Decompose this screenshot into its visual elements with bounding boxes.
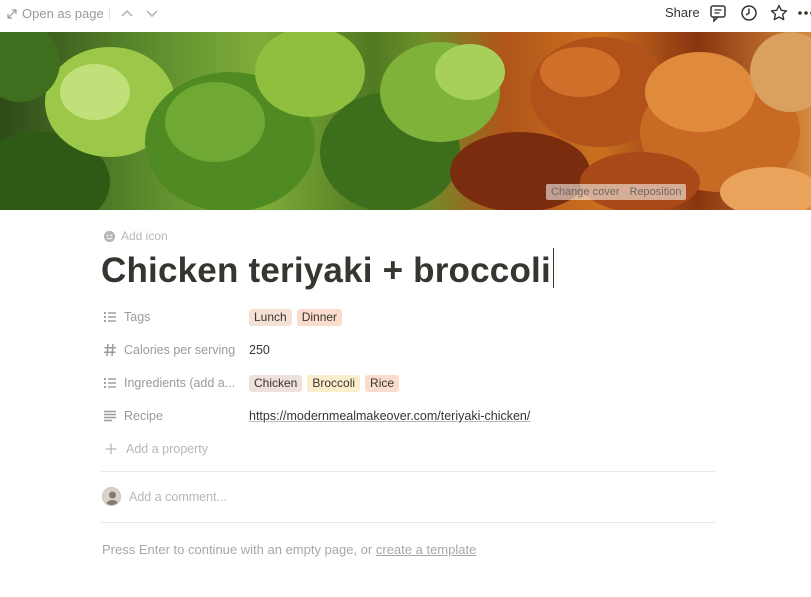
- page-title[interactable]: Chicken teriyaki + broccoli: [101, 248, 554, 291]
- tag-broccoli[interactable]: Broccoli: [307, 374, 361, 392]
- property-name-tags[interactable]: Tags: [103, 310, 249, 324]
- add-icon-label: Add icon: [121, 229, 168, 243]
- cover-controls: Change cover Reposition: [546, 184, 687, 200]
- property-value-ingredients[interactable]: Chicken Broccoli Rice: [249, 374, 400, 392]
- property-row-tags[interactable]: Tags Lunch Dinner: [103, 305, 723, 329]
- clock-history-icon[interactable]: [739, 3, 759, 23]
- user-avatar-icon: [106, 491, 119, 505]
- more-options-icon[interactable]: [796, 3, 811, 23]
- empty-page-hint-text: Press Enter to continue with an empty pa…: [102, 542, 376, 557]
- property-name-recipe[interactable]: Recipe: [103, 409, 249, 423]
- empty-page-hint: Press Enter to continue with an empty pa…: [102, 542, 476, 557]
- comment-icon[interactable]: [708, 3, 728, 23]
- tag-lunch[interactable]: Lunch: [249, 308, 292, 326]
- tag-chicken[interactable]: Chicken: [249, 374, 303, 392]
- top-bar: Open as page Share: [0, 0, 811, 32]
- property-label: Calories per serving: [124, 343, 236, 357]
- property-name-calories[interactable]: Calories per serving: [103, 343, 249, 357]
- open-as-page-label: Open as page: [22, 6, 104, 21]
- tag-rice[interactable]: Rice: [365, 374, 400, 392]
- change-cover-button[interactable]: Change cover: [546, 184, 625, 200]
- star-icon[interactable]: [769, 3, 789, 23]
- text-lines-icon: [104, 410, 116, 422]
- divider: [101, 471, 715, 472]
- comment-input-row[interactable]: Add a comment...: [102, 487, 227, 506]
- plus-icon: [105, 443, 117, 455]
- divider: [101, 522, 715, 523]
- multi-select-list-icon: [103, 311, 116, 323]
- text-cursor: [552, 248, 554, 288]
- reposition-button[interactable]: Reposition: [625, 184, 687, 200]
- property-row-ingredients[interactable]: Ingredients (add a... Chicken Broccoli R…: [103, 371, 723, 395]
- number-hash-icon: [104, 343, 116, 357]
- add-property-label: Add a property: [126, 442, 208, 456]
- property-row-recipe[interactable]: Recipe https://modernmealmakeover.com/te…: [103, 404, 723, 428]
- open-as-page-button[interactable]: Open as page: [7, 6, 104, 21]
- property-value-recipe[interactable]: https://modernmealmakeover.com/teriyaki-…: [249, 409, 530, 423]
- cover-photo-food: [0, 32, 811, 210]
- property-name-ingredients[interactable]: Ingredients (add a...: [103, 376, 249, 390]
- chevron-up-icon[interactable]: [118, 5, 136, 21]
- topbar-divider: [109, 7, 110, 21]
- property-value-calories[interactable]: 250: [249, 343, 270, 357]
- cover-image: Change cover Reposition: [0, 32, 811, 210]
- page-title-text: Chicken teriyaki + broccoli: [101, 251, 551, 290]
- smiley-icon: [103, 230, 116, 242]
- calories-value: 250: [249, 343, 270, 357]
- avatar: [102, 487, 121, 506]
- property-label: Ingredients (add a...: [124, 376, 236, 390]
- create-template-link[interactable]: create a template: [376, 542, 476, 557]
- add-icon-button[interactable]: Add icon: [103, 229, 168, 243]
- property-value-tags[interactable]: Lunch Dinner: [249, 308, 343, 326]
- tag-dinner[interactable]: Dinner: [296, 308, 343, 326]
- property-row-calories[interactable]: Calories per serving 250: [103, 338, 723, 362]
- add-property-button[interactable]: Add a property: [105, 442, 208, 456]
- share-button[interactable]: Share: [665, 5, 700, 20]
- recipe-link[interactable]: https://modernmealmakeover.com/teriyaki-…: [249, 409, 530, 423]
- comment-placeholder[interactable]: Add a comment...: [129, 490, 227, 504]
- property-label: Tags: [124, 310, 151, 324]
- property-label: Recipe: [124, 409, 163, 423]
- chevron-down-icon[interactable]: [143, 5, 161, 21]
- expand-arrow-icon: [7, 8, 17, 19]
- multi-select-list-icon: [103, 377, 116, 389]
